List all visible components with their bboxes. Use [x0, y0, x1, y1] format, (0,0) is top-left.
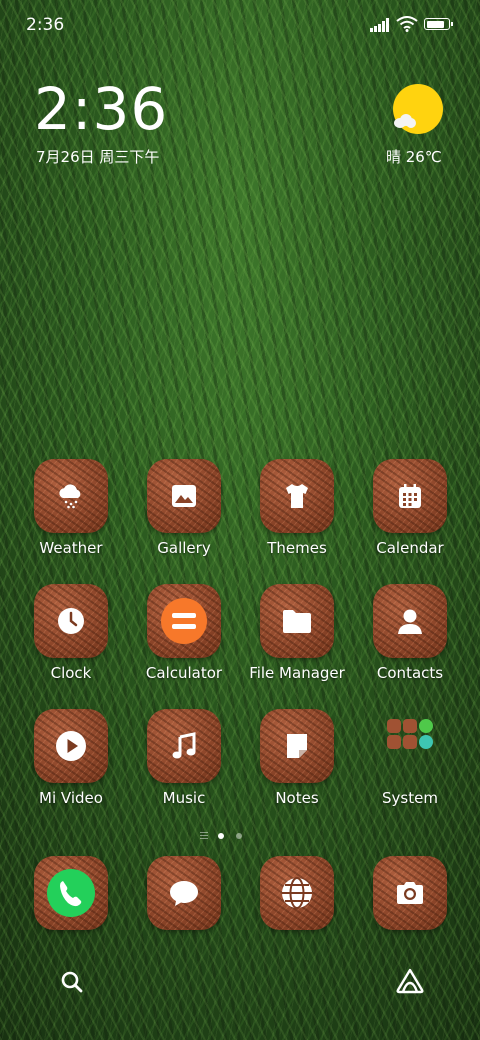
wifi-icon [396, 16, 418, 32]
page-dot-current [218, 833, 224, 839]
app-label: Music [162, 789, 206, 807]
signal-icon [370, 18, 390, 32]
app-music[interactable]: Music [129, 709, 239, 807]
battery-fill [426, 20, 444, 28]
app-themes[interactable]: Themes [242, 459, 352, 557]
dock-messages[interactable] [129, 856, 239, 930]
app-label: Calculator [145, 664, 223, 682]
clock-date: 7月26日 周三下午 [36, 148, 160, 166]
app-label: Themes [267, 539, 327, 557]
search-icon[interactable] [60, 970, 84, 994]
app-label: Notes [275, 789, 319, 807]
assistant-icon[interactable] [396, 968, 424, 994]
phone-icon [47, 869, 95, 917]
calendar-icon [399, 484, 421, 508]
app-file-manager[interactable]: File Manager [242, 584, 352, 682]
app-weather[interactable]: Weather [16, 459, 126, 557]
dock-camera[interactable] [355, 856, 465, 930]
camera-icon [397, 882, 423, 904]
app-label: Mi Video [39, 789, 103, 807]
folder-icon [283, 610, 311, 633]
app-folder-system[interactable]: System [355, 709, 465, 807]
app-label: Calendar [376, 539, 444, 557]
app-calendar[interactable]: Calendar [355, 459, 465, 557]
globe-icon [282, 877, 312, 909]
app-label: Weather [39, 539, 103, 557]
app-label: Clock [50, 664, 92, 682]
chat-bubble-icon [170, 881, 198, 906]
app-gallery[interactable]: Gallery [129, 459, 239, 557]
person-icon [398, 609, 422, 634]
status-bar: 2:36 [0, 0, 480, 50]
clock-time: 2:36 [34, 75, 169, 143]
calculator-icon [161, 598, 207, 644]
note-icon [287, 734, 307, 758]
battery-icon [424, 18, 453, 30]
dock-browser[interactable] [242, 856, 352, 930]
weather-text: 晴 26℃ [386, 148, 442, 166]
app-notes[interactable]: Notes [242, 709, 352, 807]
app-label: Gallery [157, 539, 211, 557]
page-indicator[interactable] [0, 830, 480, 842]
page-dot [236, 833, 242, 839]
cloud-icon [392, 112, 418, 128]
app-clock[interactable]: Clock [16, 584, 126, 682]
app-mi-video[interactable]: Mi Video [16, 709, 126, 807]
tshirt-icon [286, 484, 308, 508]
status-time: 2:36 [26, 15, 65, 35]
app-label: System [382, 789, 438, 807]
app-label: File Manager [249, 664, 345, 682]
clock-icon [58, 608, 84, 634]
app-label: Contacts [376, 664, 444, 682]
app-contacts[interactable]: Contacts [355, 584, 465, 682]
cloud-rain-icon [59, 484, 81, 509]
folder-grid-icon [373, 709, 447, 783]
music-note-icon [172, 732, 196, 759]
image-icon [172, 485, 196, 507]
app-calculator[interactable]: Calculator [129, 584, 239, 682]
play-icon [56, 731, 86, 761]
dock-phone[interactable] [16, 856, 126, 930]
feed-page-icon [200, 832, 208, 840]
